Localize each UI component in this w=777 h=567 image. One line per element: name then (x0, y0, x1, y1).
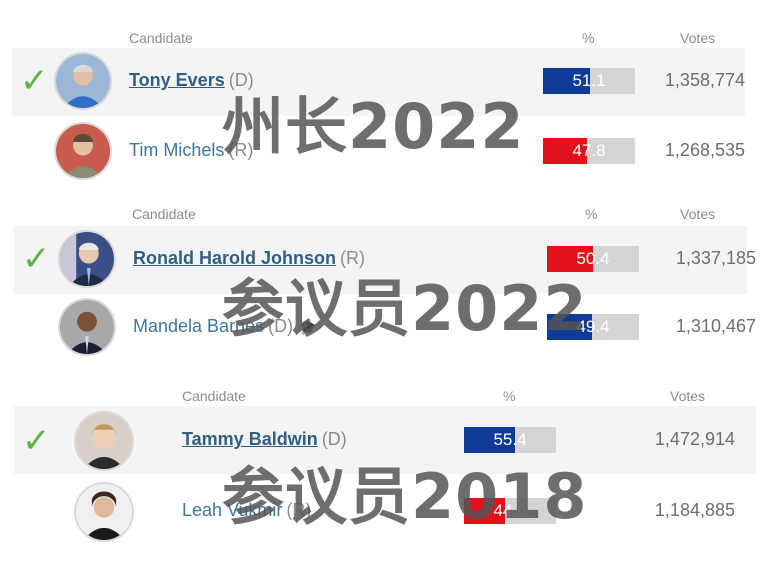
candidate-column-header: Candidate (129, 30, 193, 46)
votes-column-header: Votes (670, 388, 706, 404)
winner-check-icon: ✓ (22, 421, 51, 461)
percent-bar: 51.1 (543, 68, 635, 94)
vote-count: 1,184,885 (654, 500, 735, 520)
percent-value: 51.1 (572, 71, 606, 90)
percent-bar: 47.8 (543, 138, 635, 164)
vote-count: 1,472,914 (654, 429, 735, 449)
vote-count: 1,337,185 (675, 248, 756, 268)
candidate-column-header: Candidate (182, 388, 246, 404)
avatar (54, 122, 112, 180)
avatar (58, 298, 116, 356)
vote-count: 1,310,467 (675, 316, 756, 336)
avatar (58, 230, 116, 288)
percent-column-header: % (585, 206, 598, 222)
race-overlay-label: 参议员2022 (222, 272, 588, 345)
votes-column-header: Votes (680, 206, 716, 222)
percent-column-header: % (582, 30, 595, 46)
votes-column-header: Votes (680, 30, 716, 46)
candidate-name[interactable]: Tim Michels (129, 140, 224, 160)
race-overlay-label: 州长2022 (222, 90, 525, 163)
avatar (74, 482, 134, 542)
winner-check-icon: ✓ (20, 61, 49, 101)
candidate-column-header: Candidate (132, 206, 196, 222)
vote-count: 1,358,774 (664, 70, 745, 90)
candidate-name[interactable]: Tony Evers (129, 70, 225, 90)
vote-count: 1,268,535 (664, 140, 745, 160)
avatar (74, 411, 134, 471)
percent-column-header: % (503, 388, 516, 404)
avatar (54, 52, 112, 110)
race-overlay-label: 参议员2018 (222, 460, 588, 533)
percent-value: 47.8 (572, 141, 606, 160)
winner-check-icon: ✓ (22, 239, 51, 279)
